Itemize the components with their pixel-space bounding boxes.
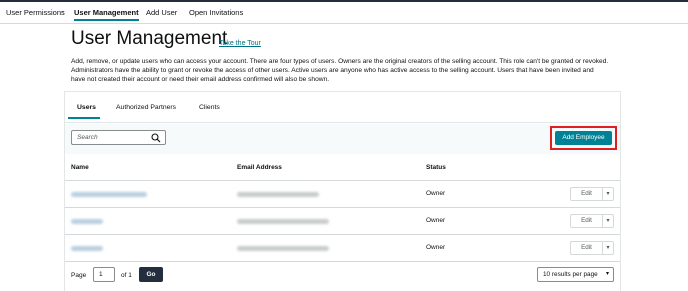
search-placeholder: Search (77, 134, 98, 141)
user-management-panel: Users Authorized Partners Clients Search… (64, 91, 621, 291)
edit-split-button: Edit ▾ (570, 241, 614, 255)
search-icon[interactable] (151, 133, 161, 143)
arrow-right-icon: → (58, 6, 66, 15)
breadcrumb: User Permissions → User Management Add U… (0, 2, 688, 24)
redacted-name (71, 192, 147, 197)
column-header-email: Email Address (237, 164, 282, 171)
column-header-name: Name (71, 164, 89, 171)
table-row: Owner Edit ▾ (65, 235, 620, 262)
results-per-page-value: 10 results per page (543, 271, 598, 278)
breadcrumb-user-management[interactable]: User Management (74, 8, 139, 21)
table-toolbar: Search Add Employee (65, 124, 620, 154)
breadcrumb-user-permissions[interactable]: User Permissions (6, 8, 65, 17)
take-the-tour-link[interactable]: Take the Tour (219, 40, 261, 47)
results-per-page-select[interactable]: 10 results per page ▾ (537, 267, 614, 282)
edit-button[interactable]: Edit (571, 188, 603, 200)
redacted-email (237, 246, 329, 251)
tab-authorized-partners[interactable]: Authorized Partners (116, 104, 176, 111)
status-text: Owner (426, 217, 446, 224)
tab-clients[interactable]: Clients (199, 104, 220, 111)
page-description: Add, remove, or update users who can acc… (71, 58, 609, 84)
tab-users[interactable]: Users (77, 104, 96, 111)
redacted-name (71, 246, 103, 251)
table-header: Name Email Address Status (65, 154, 620, 181)
add-employee-button[interactable]: Add Employee (555, 131, 612, 145)
table-row: Owner Edit ▾ (65, 208, 620, 235)
edit-button[interactable]: Edit (571, 242, 603, 254)
page-label: Page (71, 272, 87, 279)
column-header-status: Status (426, 164, 446, 171)
breadcrumb-open-invitations[interactable]: Open Invitations (189, 8, 243, 17)
edit-split-button: Edit ▾ (570, 214, 614, 228)
status-text: Owner (426, 244, 446, 251)
edit-button[interactable]: Edit (571, 215, 603, 227)
chevron-down-icon[interactable]: ▾ (603, 242, 613, 254)
tab-bar: Users Authorized Partners Clients (65, 92, 620, 123)
search-input[interactable]: Search (71, 130, 166, 145)
redacted-name (71, 219, 103, 224)
status-text: Owner (426, 190, 446, 197)
go-button[interactable]: Go (139, 267, 163, 282)
chevron-down-icon: ▾ (605, 271, 609, 277)
pagination: Page 1 of 1 Go 10 results per page ▾ (65, 262, 620, 291)
page-total-label: of 1 (121, 272, 132, 279)
chevron-down-icon[interactable]: ▾ (603, 188, 613, 200)
breadcrumb-add-user[interactable]: Add User (146, 8, 177, 17)
chevron-down-icon[interactable]: ▾ (603, 215, 613, 227)
redacted-email (237, 192, 319, 197)
active-tab-indicator (68, 117, 100, 119)
page-number-input[interactable]: 1 (93, 267, 115, 282)
redacted-email (237, 219, 329, 224)
table-row: Owner Edit ▾ (65, 181, 620, 208)
add-employee-highlight: Add Employee (550, 126, 617, 150)
edit-split-button: Edit ▾ (570, 187, 614, 201)
page-title: User Management (71, 28, 228, 49)
